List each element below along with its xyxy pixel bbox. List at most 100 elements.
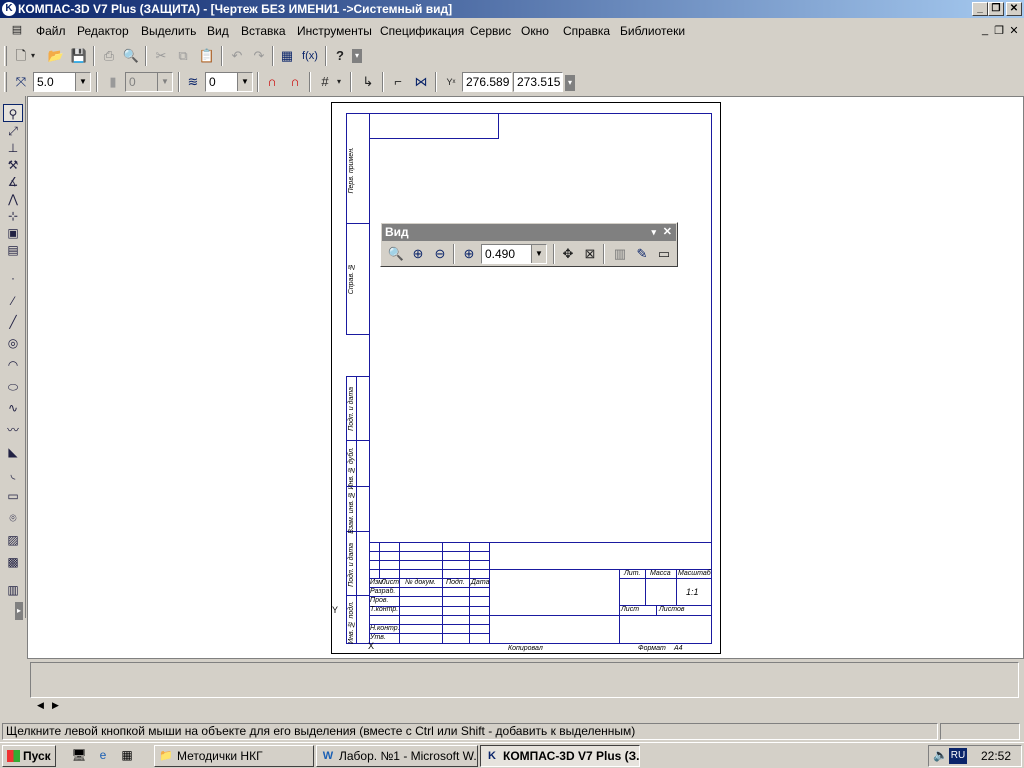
menu-insert[interactable]: Вставка	[241, 23, 286, 39]
equidistant-icon[interactable]: ▥	[3, 581, 23, 599]
layer-number-combo[interactable]: 0 ▼	[125, 72, 173, 92]
close-icon[interactable]: ✕	[663, 224, 672, 241]
new-dropdown-icon[interactable]: ▾	[28, 45, 38, 67]
specification-panel-icon[interactable]: ▤	[3, 241, 23, 259]
zoom-in-icon[interactable]: ⊕	[407, 243, 429, 265]
zoom-out-icon[interactable]: ⊖	[429, 243, 451, 265]
toolbar-grip[interactable]	[4, 72, 7, 92]
menu-specification[interactable]: Спецификация	[380, 23, 464, 39]
taskbar-item-word[interactable]: W Лабор. №1 - Microsoft W...	[316, 745, 478, 767]
layers-icon[interactable]: ≋	[182, 71, 204, 93]
undo-icon[interactable]: ↶	[226, 45, 248, 67]
y-coordinate-field[interactable]: 273.515	[513, 72, 563, 92]
toolbar-overflow-icon[interactable]: ▾	[352, 49, 362, 63]
parametrization-panel-icon[interactable]: ∡	[3, 173, 23, 191]
point-icon[interactable]: ·	[3, 269, 23, 287]
internet-explorer-icon[interactable]: e	[94, 746, 112, 764]
taskbar-item-folder[interactable]: 📁 Методички НКГ	[154, 745, 314, 767]
menu-tools[interactable]: Инструменты	[297, 23, 372, 39]
notation-panel-icon[interactable]: ⊥	[3, 139, 23, 157]
print-preview-icon[interactable]: 🔍	[120, 45, 142, 67]
menu-window[interactable]: Окно	[521, 23, 549, 39]
copy-icon[interactable]: ⧉	[172, 45, 194, 67]
zoom-window-icon[interactable]: 🔍	[385, 243, 407, 265]
step-combo[interactable]: 5.0 ▼	[33, 72, 91, 92]
mdi-restore-button[interactable]: ❐	[992, 24, 1006, 37]
fill-icon[interactable]: ▩	[3, 553, 23, 571]
start-button[interactable]: Пуск	[2, 745, 56, 767]
arc-icon[interactable]: ◠	[3, 356, 23, 374]
rectangle-icon[interactable]: ▭	[3, 487, 23, 505]
save-icon[interactable]: 💾	[68, 45, 90, 67]
view-panel-title[interactable]: Вид ▾ ✕	[382, 224, 676, 241]
round-coordinates-icon[interactable]: ⋈	[410, 71, 432, 93]
show-desktop-icon[interactable]: 🖥	[70, 746, 88, 764]
x-coordinate-field[interactable]: 276.589	[462, 72, 512, 92]
layer-state-icon[interactable]: ▮	[102, 71, 124, 93]
toolbar-grip[interactable]	[4, 46, 7, 66]
circle-icon[interactable]: ◎	[3, 334, 23, 352]
fillet-icon[interactable]: ◟	[3, 465, 23, 483]
spline-icon[interactable]: ∿	[3, 399, 23, 417]
redraw-icon[interactable]: ▥	[609, 243, 631, 265]
grid-dropdown-icon[interactable]: ▾	[334, 71, 344, 93]
ellipse-icon[interactable]: ⬭	[3, 378, 23, 396]
chevron-down-icon[interactable]: ▾	[651, 224, 656, 241]
minimize-button[interactable]: _	[972, 2, 988, 16]
mdi-close-button[interactable]: ✕	[1007, 24, 1021, 37]
snap-magnet-icon[interactable]: ∩	[261, 71, 283, 93]
cursor-step-icon[interactable]: ⤧	[10, 71, 32, 93]
refresh-image-icon[interactable]: ✎	[631, 243, 653, 265]
chevron-down-icon[interactable]: ▼	[157, 73, 172, 91]
cut-icon[interactable]: ✂	[150, 45, 172, 67]
snap-settings-icon[interactable]: ∩	[284, 71, 306, 93]
auxiliary-line-icon[interactable]: ⁄	[3, 292, 23, 310]
hatch-icon[interactable]: ▨	[3, 531, 23, 549]
panel-expand-icon[interactable]: ▸	[15, 602, 23, 620]
scroll-left-icon[interactable]: ◀	[37, 700, 44, 711]
chamfer-icon[interactable]: ◣	[3, 443, 23, 461]
show-all-icon[interactable]: ⊠	[579, 243, 601, 265]
geometry-panel-icon[interactable]: ⚲	[3, 104, 23, 122]
drawing-sheet[interactable]: Перв. примен. Справ. № Подп. и дата Инв.…	[331, 102, 721, 654]
close-button[interactable]: ✕	[1006, 2, 1022, 16]
view-manager-icon[interactable]: ▭	[653, 243, 675, 265]
view-panel[interactable]: Вид ▾ ✕ 🔍 ⊕ ⊖ ⊕ 0.490 ▼ ✥ ⊠ ▥ ✎ ▭	[380, 222, 678, 267]
open-folder-icon[interactable]: 📂	[45, 45, 67, 67]
function-icon[interactable]: f(x)	[299, 45, 321, 67]
menu-view[interactable]: Вид	[207, 23, 229, 39]
toolbar-overflow-icon[interactable]: ▾	[565, 75, 575, 91]
selection-panel-icon[interactable]: ⊹	[3, 207, 23, 225]
restore-button[interactable]: ❐	[988, 2, 1004, 16]
polyline-icon[interactable]: 〰	[3, 421, 23, 439]
scroll-right-icon[interactable]: ▶	[52, 700, 59, 711]
measure-panel-icon[interactable]: ⋀	[3, 190, 23, 208]
print-icon[interactable]: ⎙	[98, 45, 120, 67]
contour-icon[interactable]: ⌾	[3, 509, 23, 527]
menu-select[interactable]: Выделить	[141, 23, 196, 39]
segment-icon[interactable]: ╱	[3, 313, 23, 331]
pan-icon[interactable]: ✥	[557, 243, 579, 265]
editing-panel-icon[interactable]: ⚒	[3, 156, 23, 174]
grid-icon[interactable]: #	[314, 71, 336, 93]
language-indicator[interactable]: RU	[949, 748, 967, 764]
zoom-scale-icon[interactable]: ⊕	[458, 243, 480, 265]
menu-service[interactable]: Сервис	[470, 23, 511, 39]
menu-editor[interactable]: Редактор	[77, 23, 129, 39]
redo-icon[interactable]: ↷	[248, 45, 270, 67]
volume-icon[interactable]: 🔈	[933, 748, 948, 762]
menu-file[interactable]: Файл	[36, 23, 66, 39]
associative-views-icon[interactable]: ▣	[3, 224, 23, 242]
scale-combo[interactable]: 0.490 ▼	[481, 244, 547, 264]
chevron-down-icon[interactable]: ▼	[531, 245, 546, 263]
dimensions-panel-icon[interactable]: ⤢	[3, 122, 23, 140]
menu-libraries[interactable]: Библиотеки	[620, 23, 685, 39]
document-icon[interactable]: ▤	[8, 20, 26, 40]
paste-icon[interactable]: 📋	[196, 45, 218, 67]
menu-help[interactable]: Справка	[563, 23, 610, 39]
mdi-minimize-button[interactable]: _	[978, 24, 992, 36]
chevron-down-icon[interactable]: ▼	[237, 73, 252, 91]
orthogonal-mode-icon[interactable]: ⌐	[387, 71, 409, 93]
layer-combo[interactable]: 0 ▼	[205, 72, 253, 92]
quick-launch-icon[interactable]: ▦	[118, 746, 136, 764]
